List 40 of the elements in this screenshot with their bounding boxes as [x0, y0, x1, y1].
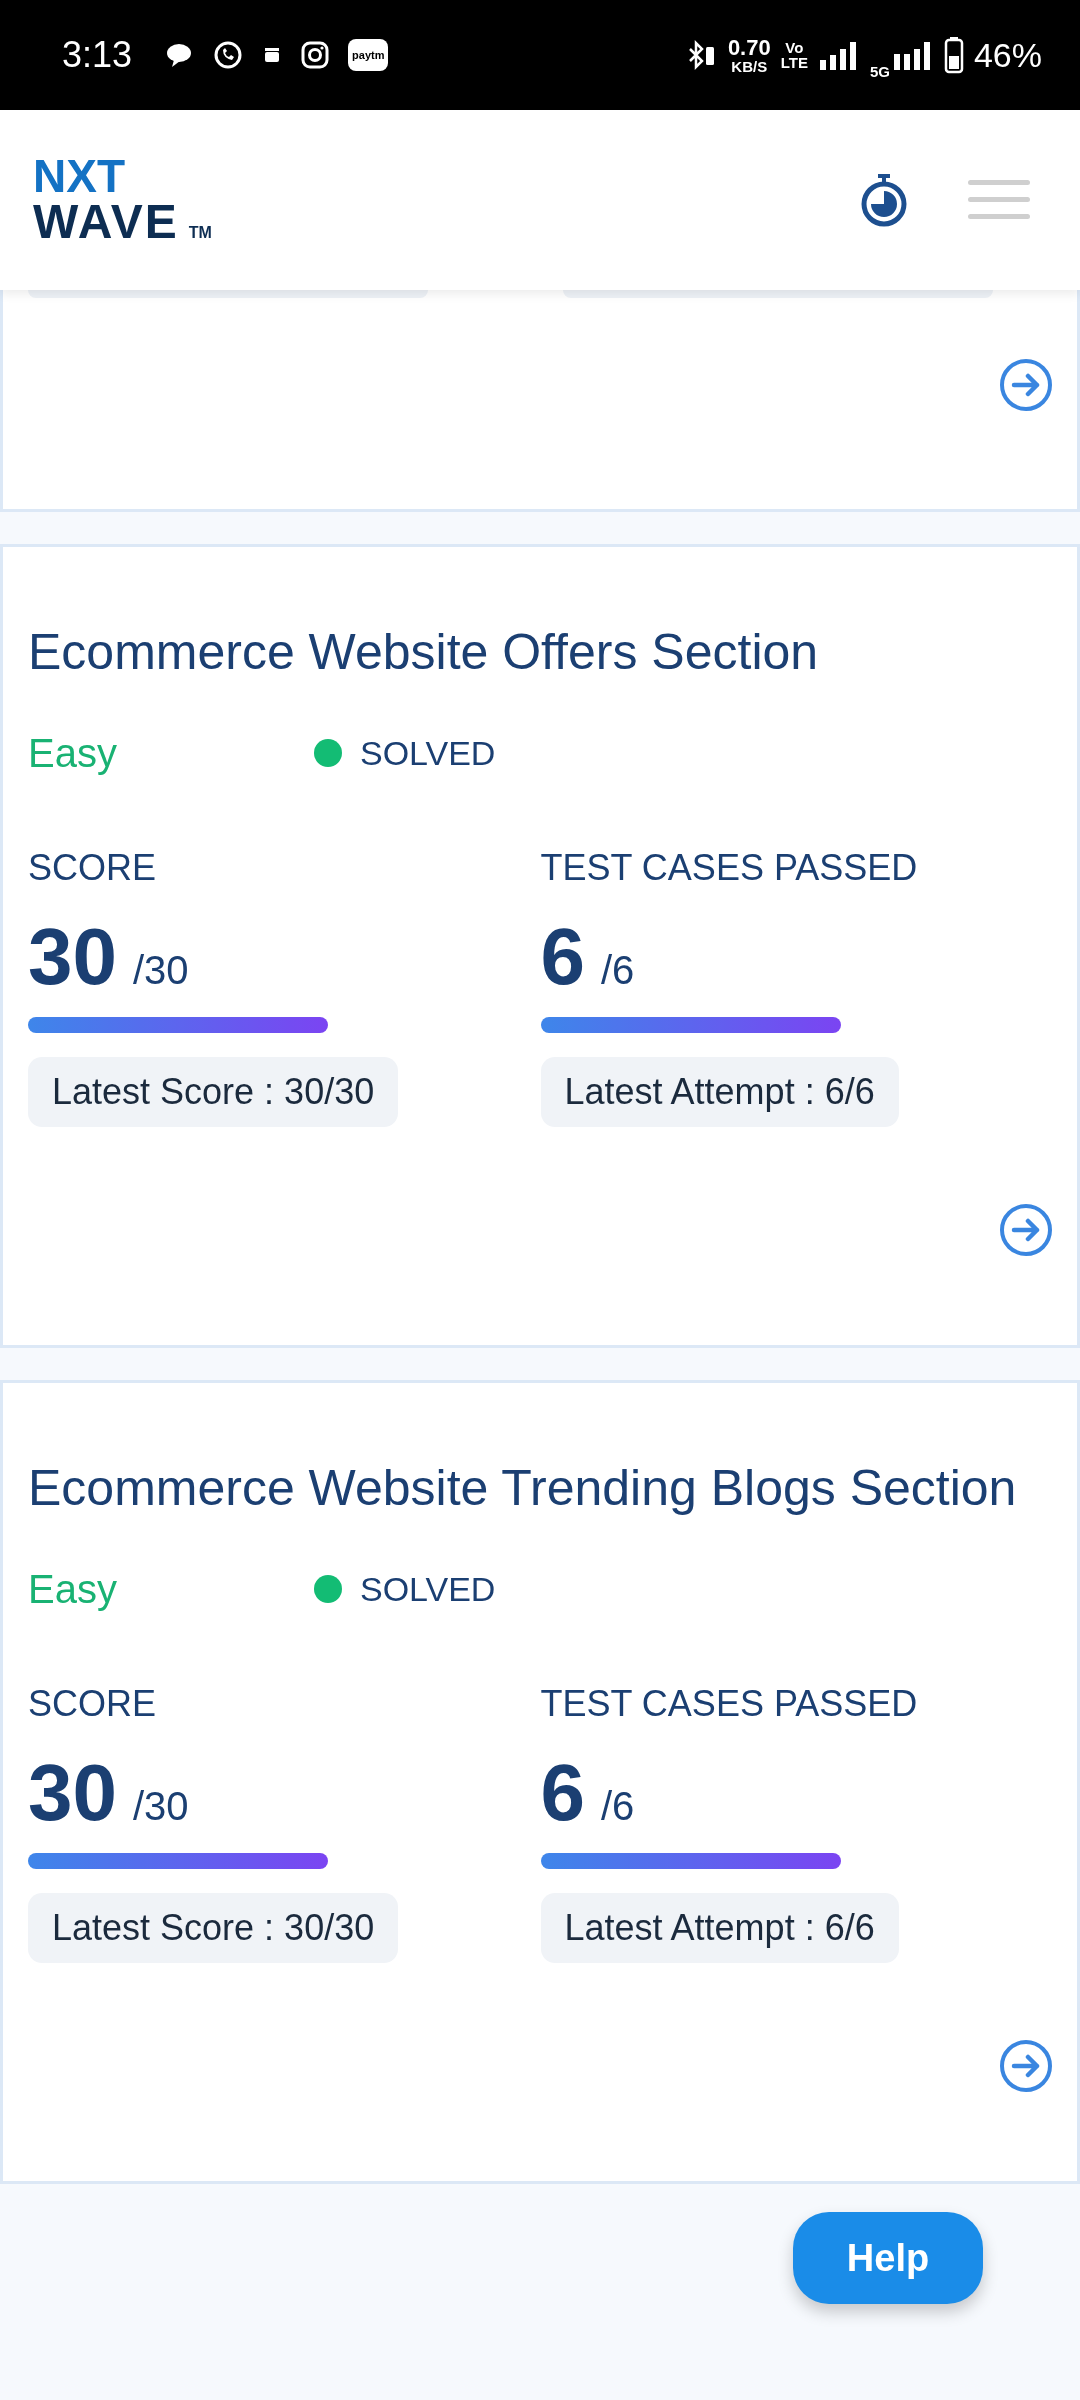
clock: 3:13: [62, 34, 133, 76]
metric-value: 6: [540, 911, 585, 1003]
network-type: 5G: [869, 62, 890, 80]
status-label: SOLVED: [360, 1569, 496, 1609]
metric-label: TEST CASES PASSED: [540, 847, 918, 889]
latest-chip: Latest Score : 30/30: [28, 1893, 399, 1963]
latest-chip: Latest Attempt : 6/6: [540, 1057, 899, 1127]
metric-total: /6: [601, 948, 635, 993]
metric-total: /30: [133, 948, 189, 993]
data-speed: 0.70: [727, 36, 771, 59]
camera-icon: [300, 40, 331, 70]
problem-title: Ecommerce Website Trending Blogs Section: [28, 1459, 1018, 1517]
logo-text: NXT: [33, 155, 126, 200]
latest-chip: Latest Score : 30/30: [28, 1057, 399, 1127]
logo-text: WAVE: [33, 199, 179, 245]
arrow-circle-icon[interactable]: [999, 1203, 1053, 1257]
stopwatch-icon[interactable]: [860, 172, 908, 228]
arrow-circle-icon[interactable]: [999, 2039, 1053, 2093]
metric-total: /30: [133, 1784, 189, 1829]
difficulty-label: Easy: [28, 1566, 118, 1612]
metric-value: 6: [540, 1747, 585, 1839]
status-label: SOLVED: [360, 733, 496, 773]
metric-label: SCORE: [28, 1683, 157, 1725]
help-button[interactable]: Help: [793, 2212, 983, 2304]
battery-percent: 46%: [973, 35, 1042, 75]
trademark-mark: TM: [188, 225, 212, 241]
volte-label: Vo: [785, 40, 804, 55]
latest-chip: Latest Attempt : 6/6: [540, 1893, 899, 1963]
arrow-circle-icon[interactable]: [999, 358, 1053, 412]
difficulty-label: Easy: [28, 730, 118, 776]
metric-value: 30: [28, 1747, 117, 1839]
problem-title: Ecommerce Website Offers Section: [28, 623, 820, 681]
data-speed-unit: KB/S: [731, 58, 768, 74]
lte-label: LTE: [780, 55, 808, 70]
metric-label: SCORE: [28, 847, 157, 889]
metric-value: 30: [28, 911, 117, 1003]
battery-icon: [943, 36, 964, 74]
app-badge: paytm: [348, 39, 389, 71]
metric-label: TEST CASES PASSED: [540, 1683, 918, 1725]
metric-total: /6: [601, 1784, 635, 1829]
